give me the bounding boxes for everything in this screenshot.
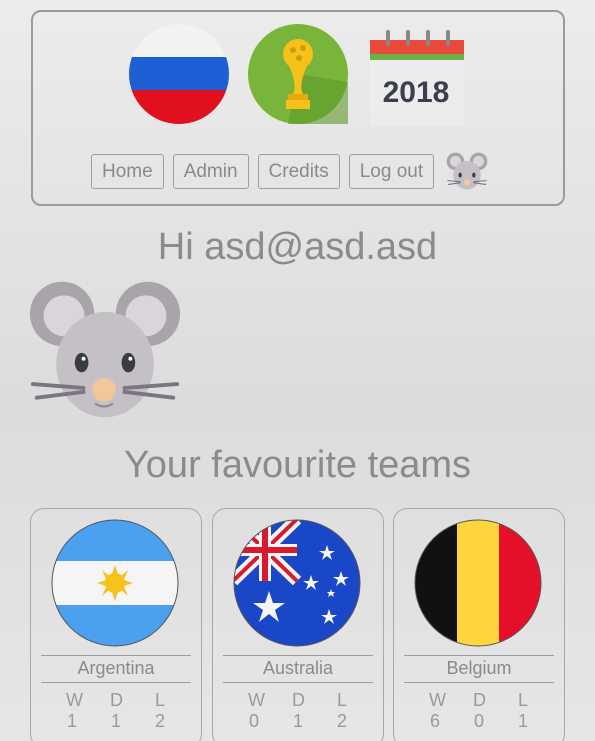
card-divider	[41, 655, 191, 656]
draws-value: 1	[110, 711, 121, 731]
favourite-teams-title: Your favourite teams	[123, 444, 472, 486]
belgium-flag-icon	[414, 519, 542, 647]
card-divider	[41, 682, 191, 683]
calendar-year: 2018	[383, 76, 450, 109]
losses-header: L	[154, 690, 165, 710]
home-button[interactable]: Home	[91, 153, 164, 189]
draws-value: 1	[292, 711, 303, 731]
mouse-avatar-icon	[29, 281, 181, 418]
draws-header: D	[473, 690, 486, 710]
card-divider	[223, 655, 373, 656]
card-divider	[404, 655, 554, 656]
losses-value: 1	[517, 711, 528, 731]
greeting-text: Hi asd@asd.asd	[157, 226, 438, 268]
losses-header: L	[336, 690, 347, 710]
world-cup-trophy-icon	[248, 24, 348, 124]
mouse-icon[interactable]	[445, 150, 489, 192]
card-divider	[223, 682, 373, 683]
admin-button[interactable]: Admin	[172, 153, 249, 189]
wins-value: 1	[66, 711, 77, 731]
draws-header: D	[110, 690, 123, 710]
argentina-flag-icon	[51, 519, 179, 647]
team-stats: W D L 1 1 2	[31, 690, 201, 732]
card-divider	[404, 682, 554, 683]
wins-header: W	[66, 690, 83, 710]
header-panel: 2018 Home Admin Credits Log out	[31, 10, 565, 206]
team-name: Australia	[262, 658, 334, 678]
wins-header: W	[248, 690, 265, 710]
losses-value: 2	[336, 711, 347, 731]
team-stats: W D L 6 0 1	[394, 690, 564, 732]
credits-button[interactable]: Credits	[257, 153, 340, 189]
draws-header: D	[292, 690, 305, 710]
wins-header: W	[429, 690, 446, 710]
losses-value: 2	[154, 711, 165, 731]
logout-button[interactable]: Log out	[348, 153, 435, 189]
team-card-australia[interactable]: Australia W D L 0 1 2	[212, 508, 384, 741]
team-card-argentina[interactable]: Argentina W D L 1 1 2	[30, 508, 202, 741]
losses-header: L	[517, 690, 528, 710]
team-card-belgium[interactable]: Belgium W D L 6 0 1	[393, 508, 565, 741]
team-name: Belgium	[446, 658, 512, 678]
team-cards: Argentina W D L 1 1 2 Australia W D L 0 …	[30, 508, 566, 741]
team-name: Argentina	[77, 658, 155, 678]
team-stats: W D L 0 1 2	[213, 690, 383, 732]
australia-flag-icon	[233, 519, 361, 647]
wins-value: 6	[429, 711, 440, 731]
draws-value: 0	[473, 711, 484, 731]
wins-value: 0	[248, 711, 259, 731]
calendar-icon: 2018	[370, 30, 464, 126]
nav-bar: Home Admin Credits Log out	[91, 150, 489, 192]
russia-flag-icon	[129, 24, 229, 124]
